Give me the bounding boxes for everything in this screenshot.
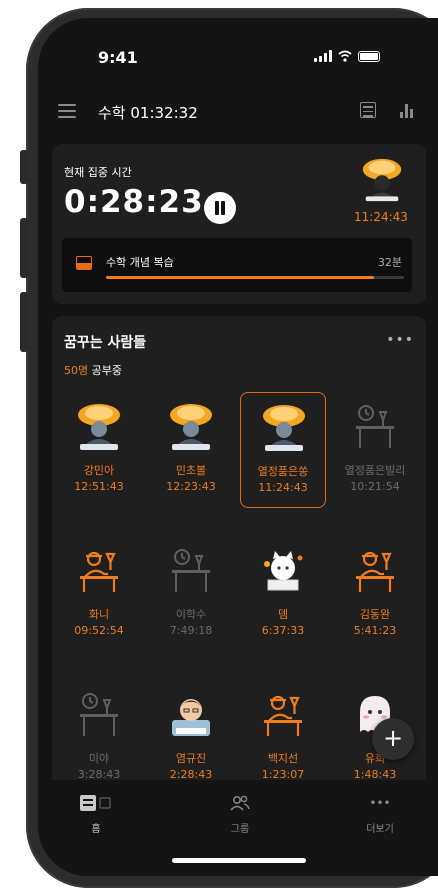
person-item[interactable]: 이학수 7:49:18 — [148, 536, 234, 652]
person-name: 염규진 — [175, 752, 207, 765]
person-item[interactable]: 뎀 6:37:33 — [240, 536, 326, 652]
desk-icon — [356, 405, 394, 448]
studying-person-icon — [80, 551, 118, 592]
person-item[interactable]: 열정품은쏭 11:24:43 — [240, 392, 326, 508]
studying-label: 공부중 — [88, 364, 122, 377]
home-icon — [56, 792, 136, 814]
avatar-burst-icon — [263, 405, 305, 451]
phone-button — [20, 218, 28, 278]
task-progress-track — [106, 276, 404, 279]
person-item[interactable]: 열정품은빌리 10:21:54 — [332, 392, 418, 508]
person-time: 11:24:43 — [258, 481, 308, 494]
tab-group[interactable]: 그룹 — [200, 792, 280, 835]
boy-avatar-icon — [172, 699, 210, 736]
status-time: 9:41 — [98, 48, 138, 67]
signal-icon — [314, 50, 332, 62]
person-item[interactable]: 민초볼 12:23:43 — [148, 392, 234, 508]
task-name: 수학 개념 복습 — [106, 256, 174, 269]
battery-icon — [358, 50, 380, 62]
status-bar: 9:41 — [38, 18, 438, 88]
desk-icon — [172, 549, 210, 592]
person-item[interactable]: 염규진 2:28:43 — [148, 680, 234, 796]
person-name: 강민아 — [83, 464, 115, 477]
person-name: 미야 — [88, 752, 110, 765]
person-item[interactable]: 미야 3:28:43 — [56, 680, 142, 796]
studying-count: 50명 공부중 — [64, 362, 122, 378]
task-icon — [76, 256, 92, 270]
list-icon[interactable] — [360, 102, 376, 118]
my-avatar-time: 11:24:43 — [354, 210, 408, 224]
person-item[interactable]: 화니 09:52:54 — [56, 536, 142, 652]
tab-home-label: 홈 — [91, 824, 101, 835]
cat-avatar-icon — [264, 551, 303, 591]
person-item[interactable]: 백지선 1:23:07 — [240, 680, 326, 796]
app-bar: 수학 01:32:32 — [38, 96, 438, 128]
phone-button — [20, 292, 28, 352]
person-time: 12:23:43 — [166, 480, 216, 493]
more-icon: ••• — [369, 796, 391, 810]
status-icons — [314, 50, 380, 62]
task-progress-fill — [106, 276, 375, 279]
person-time: 10:21:54 — [350, 480, 400, 493]
person-item[interactable]: 김동완 5:41:23 — [332, 536, 418, 652]
wifi-icon — [338, 50, 352, 62]
tab-more[interactable]: ••• 더보기 — [340, 792, 420, 835]
person-name: 김동완 — [359, 608, 391, 621]
person-time: 5:41:23 — [353, 624, 397, 637]
people-title: 꿈꾸는 사람들 — [64, 335, 147, 351]
tab-group-label: 그룹 — [230, 824, 250, 835]
person-name: 이학수 — [175, 608, 207, 621]
studying-person-icon — [356, 551, 394, 592]
app-screen: 9:41 수학 01:32:32 현재 집중 시간 0:28:23 11:24:… — [38, 18, 438, 876]
desk-icon — [80, 693, 118, 736]
person-time: 6:37:33 — [261, 624, 305, 637]
focus-label: 현재 집중 시간 — [64, 166, 132, 179]
person-time: 12:51:43 — [74, 480, 124, 493]
person-time: 09:52:54 — [74, 624, 124, 637]
avatar-burst-icon — [170, 404, 212, 450]
studying-number: 50명 — [64, 364, 89, 377]
person-name: 화니 — [88, 608, 110, 621]
people-card: 꿈꾸는 사람들 ••• 50명 공부중 강민아 12:51:43 민초볼 12:23:… — [52, 316, 426, 796]
tab-more-label: 더보기 — [366, 824, 394, 835]
home-indicator — [172, 858, 306, 863]
group-icon — [200, 792, 280, 814]
person-name: 백지선 — [267, 752, 299, 765]
menu-icon[interactable] — [58, 104, 76, 118]
add-button[interactable]: + — [372, 718, 414, 760]
more-options-icon[interactable]: ••• — [386, 332, 414, 348]
current-task[interactable]: 수학 개념 복습 32분 — [62, 238, 412, 292]
person-name: 열정품은쏭 — [257, 465, 309, 478]
focus-timer: 0:28:23 — [64, 184, 204, 220]
person-time: 7:49:18 — [169, 624, 213, 637]
subject-title: 수학 01:32:32 — [98, 104, 198, 122]
tab-home[interactable]: 홈 — [56, 792, 136, 835]
focus-card: 현재 집중 시간 0:28:23 11:24:43 수학 개념 복습 32분 — [52, 144, 426, 304]
stats-icon[interactable] — [400, 102, 413, 118]
task-minutes: 32분 — [377, 256, 402, 269]
avatar-burst-icon — [78, 404, 120, 450]
person-name: 열정품은빌리 — [344, 464, 406, 477]
person-name: 뎀 — [277, 608, 289, 621]
person-name: 민초볼 — [175, 464, 207, 477]
person-item[interactable]: 강민아 12:51:43 — [56, 392, 142, 508]
my-avatar-icon[interactable] — [358, 156, 406, 204]
pause-button[interactable] — [204, 192, 236, 224]
studying-person-icon — [264, 695, 302, 736]
phone-button — [20, 150, 28, 184]
